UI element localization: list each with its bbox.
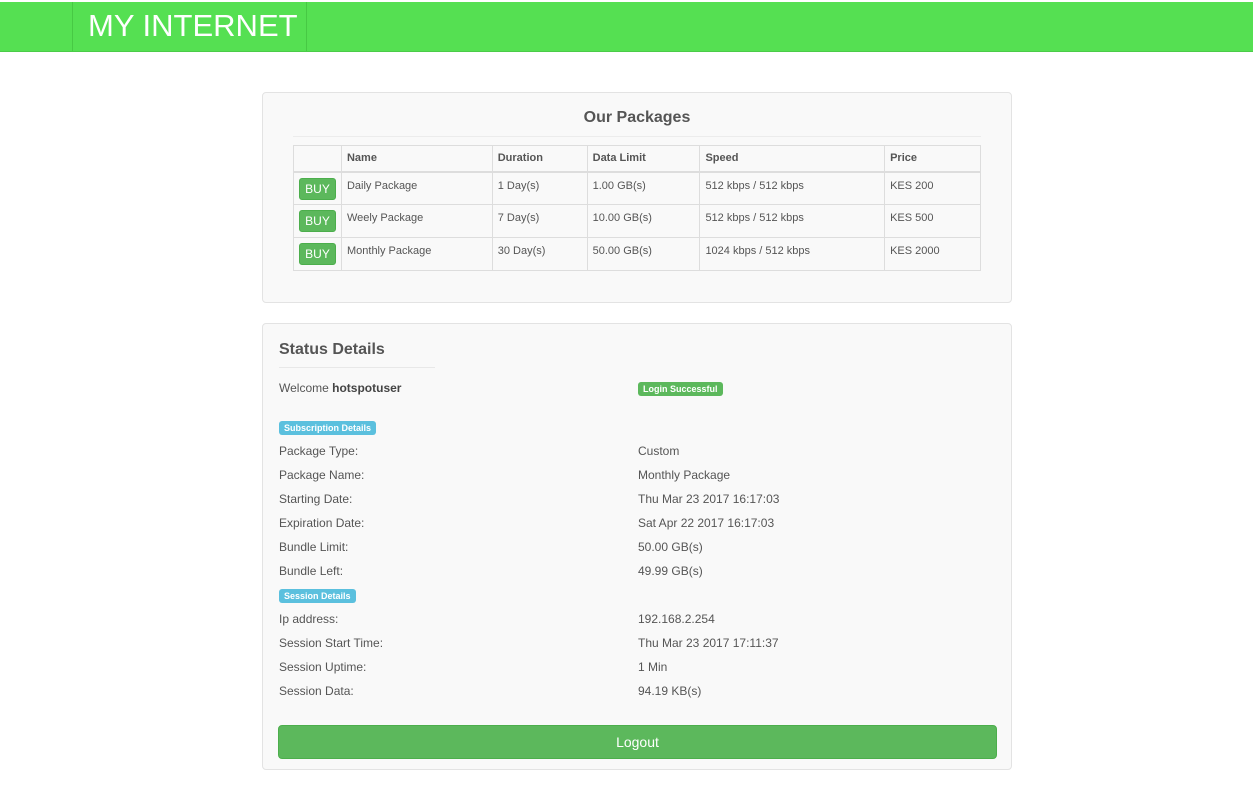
status-title: Status Details (279, 341, 385, 358)
detail-label: Package Type: (279, 444, 359, 458)
package-price: KES 2000 (884, 237, 981, 271)
packages-title: Our Packages (583, 109, 691, 126)
detail-value: 192.168.2.254 (638, 612, 715, 626)
detail-row-package-name: Package Name: Monthly Package (279, 468, 997, 492)
package-speed: 512 kbps / 512 kbps (699, 204, 886, 238)
logout-button[interactable]: Logout (278, 725, 997, 759)
packages-title-divider (293, 136, 981, 137)
column-header-price: Price (884, 145, 981, 173)
session-details-badge: Session Details (279, 589, 356, 603)
column-header-speed: Speed (699, 145, 886, 173)
detail-label: Session Uptime: (279, 660, 367, 674)
brand-title[interactable]: MY INTERNET (88, 9, 298, 43)
package-speed: 512 kbps / 512 kbps (699, 171, 886, 205)
detail-value: Custom (638, 444, 680, 458)
table-header-row: Name Duration Data Limit Speed Price (293, 145, 981, 173)
detail-value: Thu Mar 23 2017 16:17:03 (638, 492, 780, 506)
detail-row-expiration-date: Expiration Date: Sat Apr 22 2017 16:17:0… (279, 516, 997, 540)
package-name: Weely Package (340, 204, 493, 238)
username: hotspotuser (332, 381, 402, 395)
detail-label: Ip address: (279, 612, 339, 626)
detail-value: Sat Apr 22 2017 16:17:03 (638, 516, 775, 530)
detail-label: Expiration Date: (279, 516, 365, 530)
package-name: Monthly Package (340, 237, 493, 271)
detail-label: Session Start Time: (279, 636, 384, 650)
detail-value: Monthly Package (638, 468, 731, 482)
table-row: BUY Monthly Package 30 Day(s) 50.00 GB(s… (293, 237, 981, 271)
packages-table: Name Duration Data Limit Speed Price BUY… (293, 145, 981, 271)
detail-label: Bundle Limit: (279, 540, 349, 554)
package-price: KES 500 (884, 204, 981, 238)
buy-button-daily[interactable]: BUY (299, 177, 336, 200)
table-row: BUY Daily Package 1 Day(s) 1.00 GB(s) 51… (293, 171, 981, 205)
table-row: BUY Weely Package 7 Day(s) 10.00 GB(s) 5… (293, 204, 981, 238)
package-data-limit: 10.00 GB(s) (586, 204, 701, 238)
detail-row-bundle-left: Bundle Left: 49.99 GB(s) (279, 564, 997, 588)
detail-row-starting-date: Starting Date: Thu Mar 23 2017 16:17:03 (279, 492, 997, 516)
package-name: Daily Package (340, 171, 493, 205)
column-header-data-limit: Data Limit (586, 145, 701, 173)
detail-label: Starting Date: (279, 492, 353, 506)
brand-logo[interactable]: MY INTERNET (72, 2, 307, 51)
detail-value: 49.99 GB(s) (638, 564, 703, 578)
packages-panel: Our Packages Name Duration Data Limit Sp… (262, 92, 1012, 303)
detail-value: 94.19 KB(s) (638, 684, 702, 698)
package-speed: 1024 kbps / 512 kbps (699, 237, 886, 271)
detail-row-ip-address: Ip address: 192.168.2.254 (279, 612, 997, 636)
package-data-limit: 1.00 GB(s) (586, 171, 701, 205)
detail-label: Bundle Left: (279, 564, 344, 578)
detail-row-session-uptime: Session Uptime: 1 Min (279, 660, 997, 684)
detail-row-package-type: Package Type: Custom (279, 444, 997, 468)
login-status-badge: Login Successful (638, 382, 723, 396)
detail-value: 1 Min (638, 660, 668, 674)
detail-row-session-data: Session Data: 94.19 KB(s) (279, 684, 997, 708)
subscription-details-badge: Subscription Details (279, 421, 377, 435)
column-header-name: Name (340, 145, 493, 173)
detail-row-bundle-limit: Bundle Limit: 50.00 GB(s) (279, 540, 997, 564)
package-duration: 30 Day(s) (491, 237, 588, 271)
status-panel: Status Details Welcome hotspotuser Login… (262, 323, 1012, 770)
column-header-action (293, 145, 342, 173)
detail-label: Session Data: (279, 684, 354, 698)
package-duration: 7 Day(s) (491, 204, 588, 238)
welcome-prefix: Welcome (279, 381, 333, 395)
detail-row-session-start: Session Start Time: Thu Mar 23 2017 17:1… (279, 636, 997, 660)
welcome-message: Welcome hotspotuser (279, 381, 401, 395)
package-duration: 1 Day(s) (491, 171, 588, 205)
buy-button-monthly[interactable]: BUY (299, 243, 336, 265)
column-header-duration: Duration (491, 145, 588, 173)
package-price: KES 200 (884, 171, 981, 205)
detail-value: 50.00 GB(s) (638, 540, 703, 554)
top-navbar: MY INTERNET (0, 2, 1253, 52)
detail-label: Package Name: (279, 468, 365, 482)
package-data-limit: 50.00 GB(s) (586, 237, 701, 271)
detail-value: Thu Mar 23 2017 17:11:37 (638, 636, 779, 650)
buy-button-weekly[interactable]: BUY (299, 210, 336, 232)
status-title-divider (279, 367, 435, 368)
